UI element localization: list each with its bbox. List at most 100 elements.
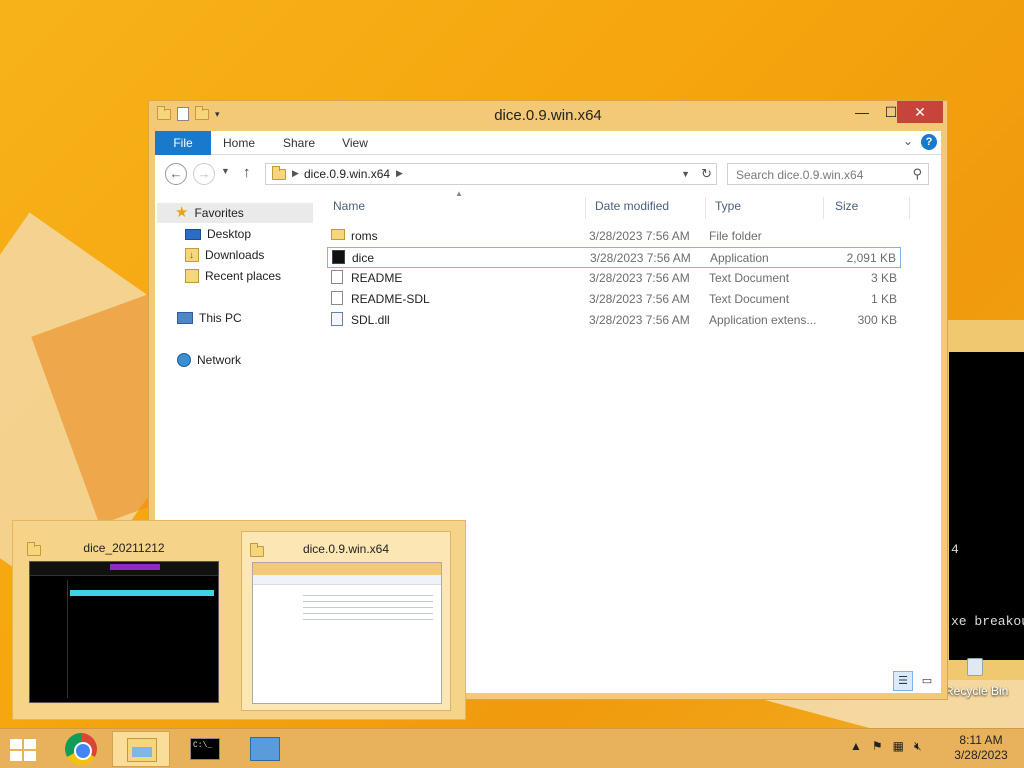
- back-button[interactable]: ←: [165, 163, 187, 185]
- file-type: File folder: [709, 229, 762, 243]
- sort-ascending-icon: ▲: [455, 189, 463, 198]
- search-placeholder: Search dice.0.9.win.x64: [736, 168, 864, 182]
- file-row-roms[interactable]: roms 3/28/2023 7:56 AM File folder: [327, 226, 901, 247]
- nav-item-label: Desktop: [207, 227, 252, 241]
- tab-file[interactable]: File: [155, 131, 211, 155]
- chevron-right-icon[interactable]: ▶: [396, 168, 403, 179]
- file-name: README-SDL: [351, 292, 430, 306]
- recent-locations-icon[interactable]: ▼: [221, 166, 230, 176]
- file-row-readme-sdl[interactable]: README-SDL 3/28/2023 7:56 AM Text Docume…: [327, 289, 901, 310]
- file-size: 300 KB: [857, 313, 897, 327]
- file-type: Application: [710, 251, 769, 265]
- clock-time: 8:11 AM: [959, 733, 1003, 747]
- nav-item-label: Favorites: [194, 206, 244, 220]
- text-document-icon: [331, 270, 343, 284]
- column-divider[interactable]: [823, 197, 824, 219]
- terminal-line: 4: [951, 542, 959, 557]
- thumbnail-dice-20211212[interactable]: dice_20211212: [19, 531, 229, 711]
- details-view-icon[interactable]: ☰: [893, 671, 913, 691]
- file-row-dice[interactable]: dice 3/28/2023 7:56 AM Application 2,091…: [327, 247, 901, 268]
- column-header-date[interactable]: Date modified: [595, 199, 669, 213]
- title-bar[interactable]: ▾ dice.0.9.win.x64 — ☐ ✕: [149, 101, 947, 131]
- search-icon[interactable]: ⚲: [912, 166, 922, 182]
- forward-button[interactable]: →: [193, 163, 215, 185]
- file-name: dice: [352, 251, 375, 265]
- help-icon[interactable]: ?: [921, 134, 937, 150]
- nav-item-label: Downloads: [205, 248, 265, 262]
- network-icon: [177, 353, 191, 367]
- chrome-icon: [65, 733, 97, 765]
- taskbar-file-explorer[interactable]: [112, 731, 170, 767]
- nav-item-label: Recent places: [205, 269, 282, 283]
- column-divider[interactable]: [585, 197, 586, 219]
- nav-item-desktop[interactable]: Desktop: [185, 224, 251, 244]
- nav-item-recent-places[interactable]: Recent places: [185, 266, 281, 286]
- control-panel-icon: [250, 737, 280, 761]
- column-divider[interactable]: [909, 197, 910, 219]
- file-date: 3/28/2023 7:56 AM: [589, 292, 690, 306]
- file-name: roms: [351, 229, 378, 243]
- taskbar-command-prompt[interactable]: C:\_: [176, 731, 234, 767]
- nav-item-downloads[interactable]: Downloads: [185, 245, 265, 266]
- taskbar-control-panel[interactable]: [236, 731, 294, 767]
- large-icons-view-icon[interactable]: ▭: [917, 671, 937, 691]
- file-date: 3/28/2023 7:56 AM: [589, 271, 690, 285]
- clock[interactable]: 8:11 AM 3/28/2023: [948, 733, 1014, 763]
- thumbnail-title: dice_20211212: [83, 541, 165, 555]
- up-button[interactable]: ↑: [243, 164, 251, 181]
- close-button[interactable]: ✕: [897, 101, 943, 123]
- show-hidden-icons-icon[interactable]: ▲: [850, 739, 862, 754]
- recycle-bin-icon: [967, 658, 983, 676]
- tab-home[interactable]: Home: [219, 131, 259, 155]
- file-name: README: [351, 271, 403, 285]
- search-input[interactable]: Search dice.0.9.win.x64 ⚲: [727, 163, 929, 185]
- column-divider[interactable]: [705, 197, 706, 219]
- downloads-icon: [185, 246, 199, 266]
- recycle-bin-label: Recycle Bin: [945, 684, 1009, 698]
- command-prompt-icon: C:\_: [190, 738, 220, 760]
- file-row-readme[interactable]: README 3/28/2023 7:56 AM Text Document 3…: [327, 268, 901, 289]
- column-header-size[interactable]: Size: [835, 199, 858, 213]
- thumbnail-dice-0-9-win-x64[interactable]: dice.0.9.win.x64: [241, 531, 451, 711]
- address-path[interactable]: dice.0.9.win.x64: [304, 167, 390, 181]
- file-type: Text Document: [709, 271, 790, 285]
- window-preview: [252, 562, 442, 704]
- recycle-bin[interactable]: Recycle Bin: [945, 658, 1024, 698]
- nav-item-this-pc[interactable]: This PC: [177, 308, 242, 328]
- computer-icon: [177, 312, 193, 324]
- column-header-name[interactable]: Name: [333, 199, 365, 213]
- nav-item-label: Network: [197, 353, 242, 367]
- address-bar[interactable]: ▶ dice.0.9.win.x64 ▶ ▼ ↻: [265, 163, 717, 185]
- window-title: dice.0.9.win.x64: [494, 107, 602, 124]
- file-explorer-icon: [127, 738, 157, 762]
- windows-logo-icon: [10, 739, 22, 749]
- file-row-sdl-dll[interactable]: SDL.dll 3/28/2023 7:56 AM Application ex…: [327, 310, 901, 331]
- tab-view[interactable]: View: [335, 131, 375, 155]
- file-size: 3 KB: [870, 271, 897, 285]
- taskbar-thumbnail-flyout: dice_20211212 dice.0.9.win.x64: [12, 520, 466, 720]
- nav-item-network[interactable]: Network: [177, 350, 241, 370]
- text-document-icon: [331, 291, 343, 305]
- network-icon[interactable]: ▦: [893, 739, 904, 754]
- chevron-right-icon[interactable]: ▶: [292, 168, 299, 179]
- nav-item-favorites[interactable]: ★ Favorites: [157, 203, 313, 223]
- background-terminal-window[interactable]: 4 xe breakou: [945, 320, 1024, 680]
- desktop-icon: [185, 228, 201, 240]
- column-header-type[interactable]: Type: [715, 199, 741, 213]
- tab-share[interactable]: Share: [277, 131, 321, 155]
- terminal-line: xe breakou: [951, 614, 1024, 629]
- chevron-down-icon[interactable]: ▼: [681, 169, 690, 179]
- taskbar-chrome[interactable]: [52, 731, 110, 767]
- file-date: 3/28/2023 7:56 AM: [589, 229, 690, 243]
- expand-ribbon-icon[interactable]: ⌄: [903, 134, 913, 148]
- application-icon: [332, 250, 345, 264]
- system-tray: ▲ ⚑ ▦ 🔇︎: [850, 739, 922, 754]
- start-button[interactable]: [10, 739, 36, 761]
- volume-muted-icon[interactable]: 🔇︎: [914, 739, 922, 754]
- taskbar: C:\_ ▲ ⚑ ▦ 🔇︎ 8:11 AM 3/28/2023: [0, 728, 1024, 768]
- refresh-icon[interactable]: ↻: [701, 166, 712, 182]
- thumbnail-title: dice.0.9.win.x64: [302, 542, 390, 556]
- minimize-button[interactable]: —: [847, 101, 877, 123]
- action-center-flag-icon[interactable]: ⚑: [872, 739, 883, 754]
- navigation-bar: ← → ▼ ↑ ▶ dice.0.9.win.x64 ▶ ▼ ↻ Search …: [155, 155, 941, 193]
